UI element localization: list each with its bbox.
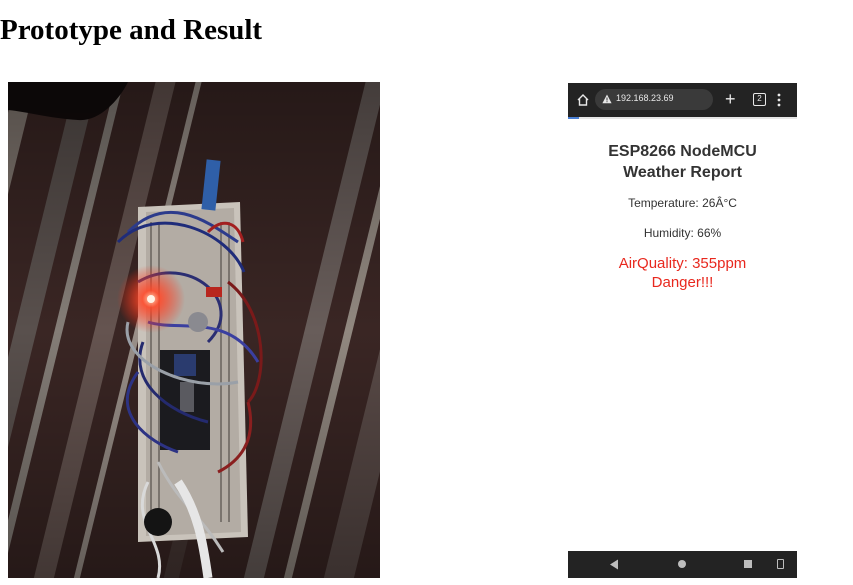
home-button-icon[interactable] [678, 560, 686, 568]
section-heading: Prototype and Result [0, 14, 263, 46]
weather-report: ESP8266 NodeMCU Weather Report Temperatu… [568, 141, 797, 292]
temperature-reading: Temperature: 26Â°C [628, 196, 737, 210]
page-load-progress-fill [568, 117, 580, 119]
address-bar[interactable]: 192.168.23.69 [595, 89, 713, 110]
report-title: ESP8266 NodeMCU Weather Report [608, 143, 757, 181]
rotate-icon[interactable] [777, 559, 784, 569]
home-icon[interactable] [576, 93, 590, 107]
warning-icon [602, 94, 612, 104]
back-icon[interactable] [609, 559, 619, 570]
new-tab-icon[interactable]: + [725, 89, 736, 109]
phone-screenshot: 192.168.23.69 + 2 ESP8266 NodeMCU Weathe… [568, 83, 797, 578]
air-quality-alert: AirQuality: 355ppm Danger!!! [618, 255, 747, 291]
android-nav-bar [568, 551, 797, 578]
tab-switcher-icon[interactable]: 2 [753, 93, 766, 106]
recents-icon[interactable] [744, 560, 752, 568]
url-text: 192.168.23.69 [616, 93, 674, 103]
browser-toolbar: 192.168.23.69 + 2 [568, 83, 797, 117]
page-load-progress [568, 117, 797, 119]
humidity-reading: Humidity: 66% [643, 226, 722, 240]
prototype-photo [8, 82, 380, 578]
more-menu-icon[interactable] [777, 92, 781, 108]
